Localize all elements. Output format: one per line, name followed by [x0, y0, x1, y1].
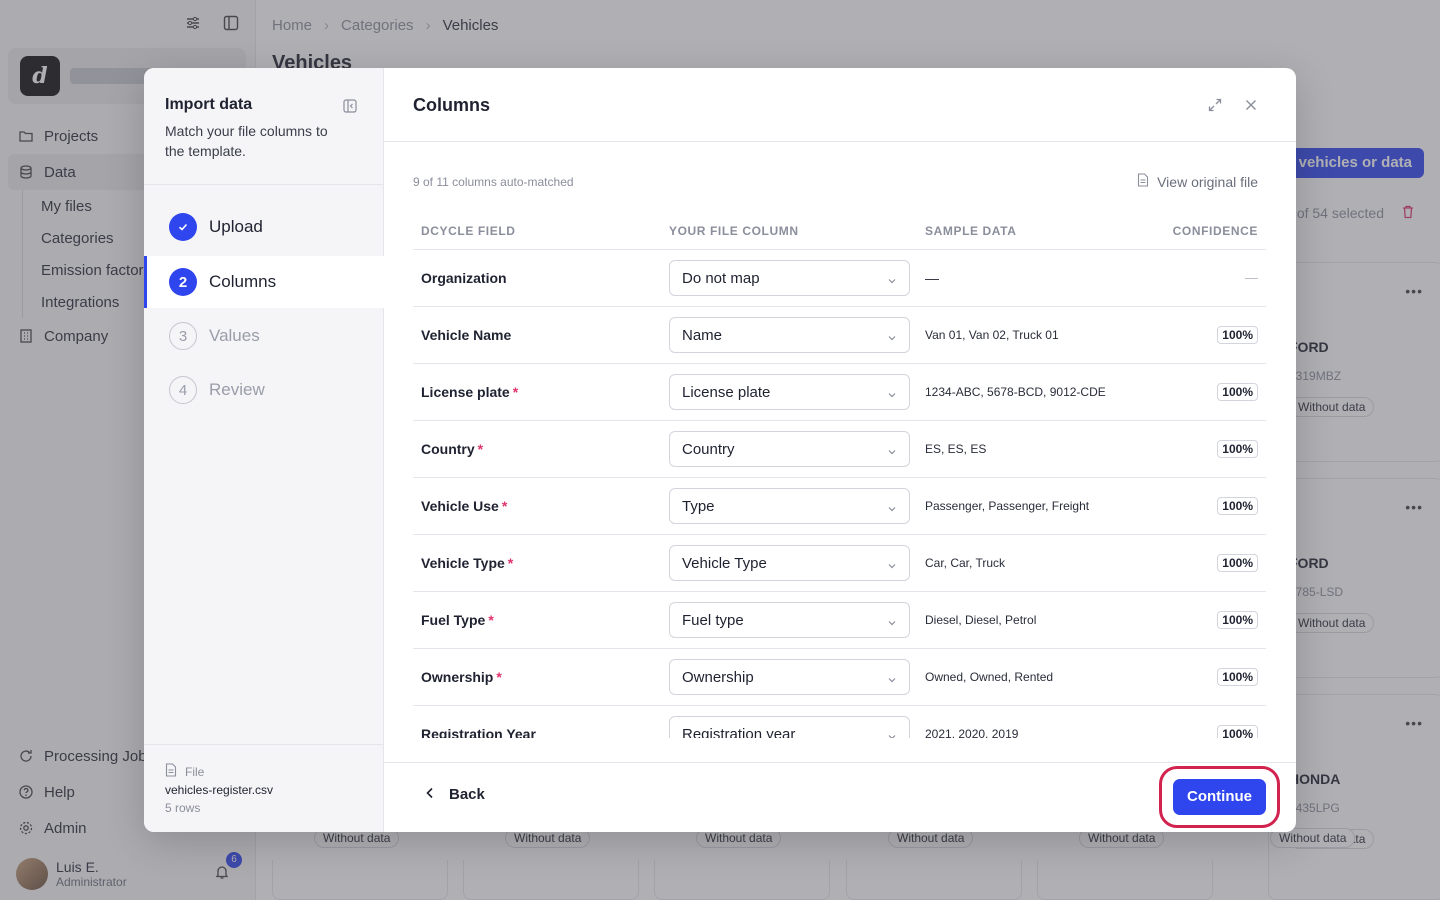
table-row: Vehicle Type * Vehicle Type Car, Car, Truck…: [413, 535, 1266, 592]
view-original-file-link[interactable]: View original file: [1137, 173, 1258, 190]
column-select-value: Registration year: [682, 725, 796, 739]
import-data-modal: Import data Match your file columns to t…: [144, 68, 1296, 832]
field-name: Registration Year: [421, 726, 536, 738]
column-select[interactable]: Registration year: [669, 716, 910, 738]
field-name: Ownership: [421, 669, 494, 685]
field-name: License plate: [421, 384, 510, 400]
file-label: File: [185, 764, 205, 779]
step-upload[interactable]: Upload: [144, 201, 384, 253]
table-row: Organization Do not map — —: [413, 250, 1266, 307]
confidence-badge: 100%: [1217, 725, 1258, 738]
field-name: Country: [421, 441, 475, 457]
field-name: Vehicle Type: [421, 555, 505, 571]
confidence-badge: —: [1245, 270, 1258, 285]
column-select-value: Ownership: [682, 668, 754, 686]
column-select-value: Name: [682, 326, 723, 344]
table-row: Registration Year Registration year 2021, …: [413, 706, 1266, 738]
table-row: Country * Country ES, ES, ES 100%: [413, 421, 1266, 478]
table-row: Ownership * Ownership Owned, Owned, Rented 1…: [413, 649, 1266, 706]
column-select-value: Do not map: [682, 269, 760, 287]
table-header: DCYCLE FIELD YOUR FILE COLUMN SAMPLE DAT…: [413, 212, 1266, 250]
panel-collapse-icon[interactable]: [343, 99, 357, 113]
file-name: vehicles-register.csv: [165, 783, 274, 797]
column-select[interactable]: Name: [669, 317, 910, 353]
column-select-value: Type: [682, 497, 715, 515]
confidence-badge: 100%: [1217, 668, 1258, 686]
continue-button[interactable]: Continue: [1173, 779, 1266, 815]
required-marker: *: [477, 441, 484, 457]
column-mapping-table: DCYCLE FIELD YOUR FILE COLUMN SAMPLE DAT…: [413, 212, 1266, 738]
step-columns[interactable]: 2 Columns: [144, 256, 384, 308]
sample-data: —: [925, 270, 939, 286]
column-select[interactable]: Do not map: [669, 260, 910, 296]
column-select[interactable]: Vehicle Type: [669, 545, 910, 581]
sample-data: Owned, Owned, Rented: [925, 670, 1054, 684]
confidence-badge: 100%: [1217, 383, 1258, 401]
check-icon: [169, 213, 197, 241]
required-marker: *: [488, 612, 494, 628]
panel-title: Columns: [413, 95, 491, 115]
chevron-down-icon: [887, 330, 897, 341]
required-marker: *: [501, 498, 508, 514]
file-icon: [165, 763, 177, 780]
steps-pane: Import data Match your file columns to t…: [144, 68, 384, 832]
chevron-down-icon: [887, 444, 897, 455]
step-number: 4: [169, 376, 197, 404]
column-select-value: Fuel type: [682, 611, 744, 629]
expand-icon[interactable]: [1207, 97, 1223, 113]
sample-data: 1234-ABC, 5678-BCD, 9012-CDE: [925, 385, 1106, 399]
step-values[interactable]: 3 Values: [144, 310, 384, 362]
field-name: Organization: [421, 270, 507, 286]
field-name: Vehicle Name: [421, 327, 512, 343]
required-marker: *: [507, 555, 514, 571]
field-name: Fuel Type: [421, 612, 486, 628]
chevron-left-icon: [425, 786, 435, 803]
confidence-badge: 100%: [1217, 554, 1258, 572]
sample-data: 2021, 2020, 2019: [925, 727, 1019, 738]
required-marker: *: [512, 384, 519, 400]
column-select[interactable]: Type: [669, 488, 910, 524]
close-icon[interactable]: [1243, 97, 1259, 113]
column-select[interactable]: Country: [669, 431, 910, 467]
confidence-badge: 100%: [1217, 611, 1258, 629]
sample-data: Car, Car, Truck: [925, 556, 1006, 570]
column-select-value: License plate: [682, 383, 771, 401]
modal-title: Import data: [165, 96, 253, 113]
table-row: Fuel Type * Fuel type Diesel, Diesel, Petro…: [413, 592, 1266, 649]
column-select[interactable]: License plate: [669, 374, 910, 410]
sample-data: Passenger, Passenger, Freight: [925, 499, 1090, 513]
step-number: 3: [169, 322, 197, 350]
columns-pane: Columns 9 of 11 columns auto-matched Vie…: [384, 68, 1296, 832]
chevron-down-icon: [887, 672, 897, 683]
sample-data: ES, ES, ES: [925, 442, 987, 456]
chevron-down-icon: [887, 501, 897, 512]
chevron-down-icon: [887, 615, 897, 626]
modal-description: Match your file columns to the template.: [165, 123, 328, 159]
column-select-value: Vehicle Type: [682, 554, 767, 572]
auto-matched-count: 9 of 11 columns auto-matched: [413, 175, 574, 189]
chevron-down-icon: [887, 558, 897, 569]
column-select[interactable]: Fuel type: [669, 602, 910, 638]
confidence-badge: 100%: [1217, 497, 1258, 515]
step-number: 2: [169, 268, 197, 296]
confidence-badge: 100%: [1217, 326, 1258, 344]
sample-data: Diesel, Diesel, Petrol: [925, 613, 1037, 627]
sample-data: Van 01, Van 02, Truck 01: [925, 328, 1059, 342]
column-select-value: Country: [682, 440, 735, 458]
field-name: Vehicle Use: [421, 498, 499, 514]
back-button[interactable]: Back: [425, 786, 485, 803]
file-rows: 5 rows: [165, 801, 201, 815]
table-row: Vehicle Name Name Van 01, Van 02, Truck 01…: [413, 307, 1266, 364]
confidence-badge: 100%: [1217, 440, 1258, 458]
chevron-down-icon: [887, 387, 897, 398]
required-marker: *: [496, 669, 502, 685]
file-icon: [1137, 173, 1149, 190]
column-select[interactable]: Ownership: [669, 659, 910, 695]
chevron-down-icon: [887, 273, 897, 284]
chevron-down-icon: [887, 729, 897, 738]
table-row: Vehicle Use * Type Passenger, Passenger, Fr…: [413, 478, 1266, 535]
step-review[interactable]: 4 Review: [144, 364, 384, 416]
table-row: License plate * License plate 1234-ABC, 567…: [413, 364, 1266, 421]
